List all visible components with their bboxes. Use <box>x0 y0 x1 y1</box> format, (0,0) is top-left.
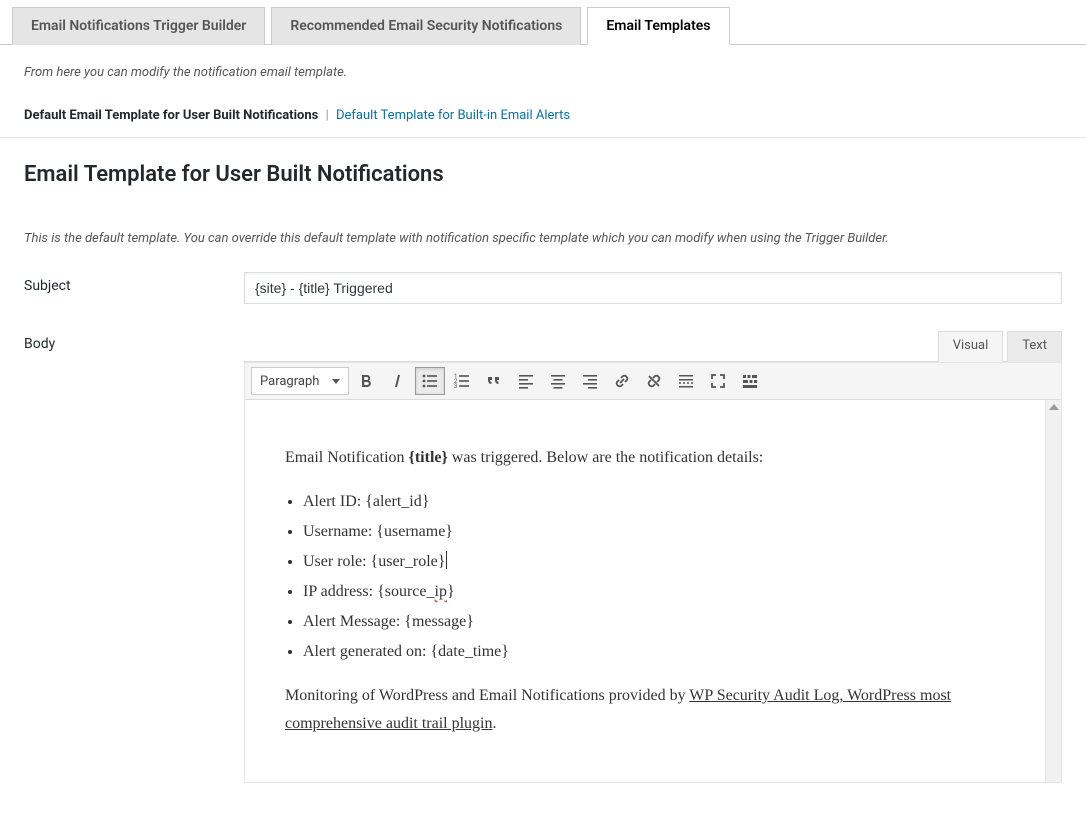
unlink-icon <box>644 371 664 391</box>
subject-input[interactable] <box>244 272 1062 304</box>
subject-label: Subject <box>24 272 244 294</box>
toolbar-toggle-button[interactable] <box>735 367 765 395</box>
list-item: IP address: {source_ip} <box>303 578 1005 606</box>
editor-toolbar: Paragraph 123 <box>245 363 1061 400</box>
body-footer-pre: Monitoring of WordPress and Email Notifi… <box>285 687 689 704</box>
tab-recommended-security[interactable]: Recommended Email Security Notifications <box>271 7 581 45</box>
body-row: Body Visual Text Paragraph <box>24 330 1062 783</box>
body-detail-list: Alert ID: {alert_id} Username: {username… <box>285 488 1005 666</box>
editor-tab-text[interactable]: Text <box>1007 331 1062 362</box>
format-selector-value: Paragraph <box>260 374 319 389</box>
list-item: Alert ID: {alert_id} <box>303 488 1005 516</box>
italic-icon <box>388 371 408 391</box>
subnav-separator: | <box>322 108 333 123</box>
template-subnav: Default Email Template for User Built No… <box>0 98 1086 138</box>
insert-link-button[interactable] <box>607 367 637 395</box>
list-ul-icon <box>420 371 440 391</box>
scroll-up-icon <box>1049 404 1059 410</box>
link-icon <box>612 371 632 391</box>
list-item: Alert generated on: {date_time} <box>303 638 1005 666</box>
chevron-down-icon <box>332 379 340 384</box>
list-item: User role: {user_role} <box>303 548 1005 576</box>
body-intro-post: was triggered. Below are the notificatio… <box>448 449 763 466</box>
svg-text:3: 3 <box>454 383 457 390</box>
align-left-button[interactable] <box>511 367 541 395</box>
editor-tab-visual[interactable]: Visual <box>938 331 1004 362</box>
body-label: Body <box>24 330 244 352</box>
intro-text: From here you can modify the notificatio… <box>0 45 1086 98</box>
remove-link-button[interactable] <box>639 367 669 395</box>
align-left-icon <box>516 371 536 391</box>
insert-more-button[interactable] <box>671 367 701 395</box>
align-center-button[interactable] <box>543 367 573 395</box>
body-intro-title: {title} <box>409 449 448 466</box>
tab-email-templates[interactable]: Email Templates <box>587 7 729 45</box>
subnav-current: Default Email Template for User Built No… <box>24 108 318 123</box>
numbered-list-button[interactable]: 123 <box>447 367 477 395</box>
align-center-icon <box>548 371 568 391</box>
page-title: Email Template for User Built Notificati… <box>24 162 1062 187</box>
bold-icon <box>356 371 376 391</box>
editor-scrollbar[interactable] <box>1045 400 1061 782</box>
subject-row: Subject <box>24 272 1062 304</box>
blockquote-button[interactable] <box>479 367 509 395</box>
fullscreen-icon <box>708 371 728 391</box>
body-footer-post: . <box>493 715 497 732</box>
list-ol-icon: 123 <box>452 371 472 391</box>
format-selector[interactable]: Paragraph <box>251 367 349 395</box>
list-item: Alert Message: {message} <box>303 608 1005 636</box>
list-item: Username: {username} <box>303 518 1005 546</box>
read-more-icon <box>676 371 696 391</box>
main-tabs: Email Notifications Trigger Builder Reco… <box>0 0 1086 45</box>
editor-wrap: Paragraph 123 <box>244 362 1062 783</box>
italic-button[interactable] <box>383 367 413 395</box>
align-right-icon <box>580 371 600 391</box>
editor-content[interactable]: Email Notification {title} was triggered… <box>245 400 1045 782</box>
tab-trigger-builder[interactable]: Email Notifications Trigger Builder <box>12 7 265 45</box>
bulleted-list-button[interactable] <box>415 367 445 395</box>
page-description: This is the default template. You can ov… <box>24 231 1062 246</box>
quote-icon <box>484 371 504 391</box>
editor-mode-tabs: Visual Text <box>244 330 1062 362</box>
align-right-button[interactable] <box>575 367 605 395</box>
body-intro-pre: Email Notification <box>285 449 409 466</box>
bold-button[interactable] <box>351 367 381 395</box>
subnav-builtin-link[interactable]: Default Template for Built-in Email Aler… <box>336 108 570 123</box>
kitchen-sink-icon <box>740 371 760 391</box>
fullscreen-button[interactable] <box>703 367 733 395</box>
